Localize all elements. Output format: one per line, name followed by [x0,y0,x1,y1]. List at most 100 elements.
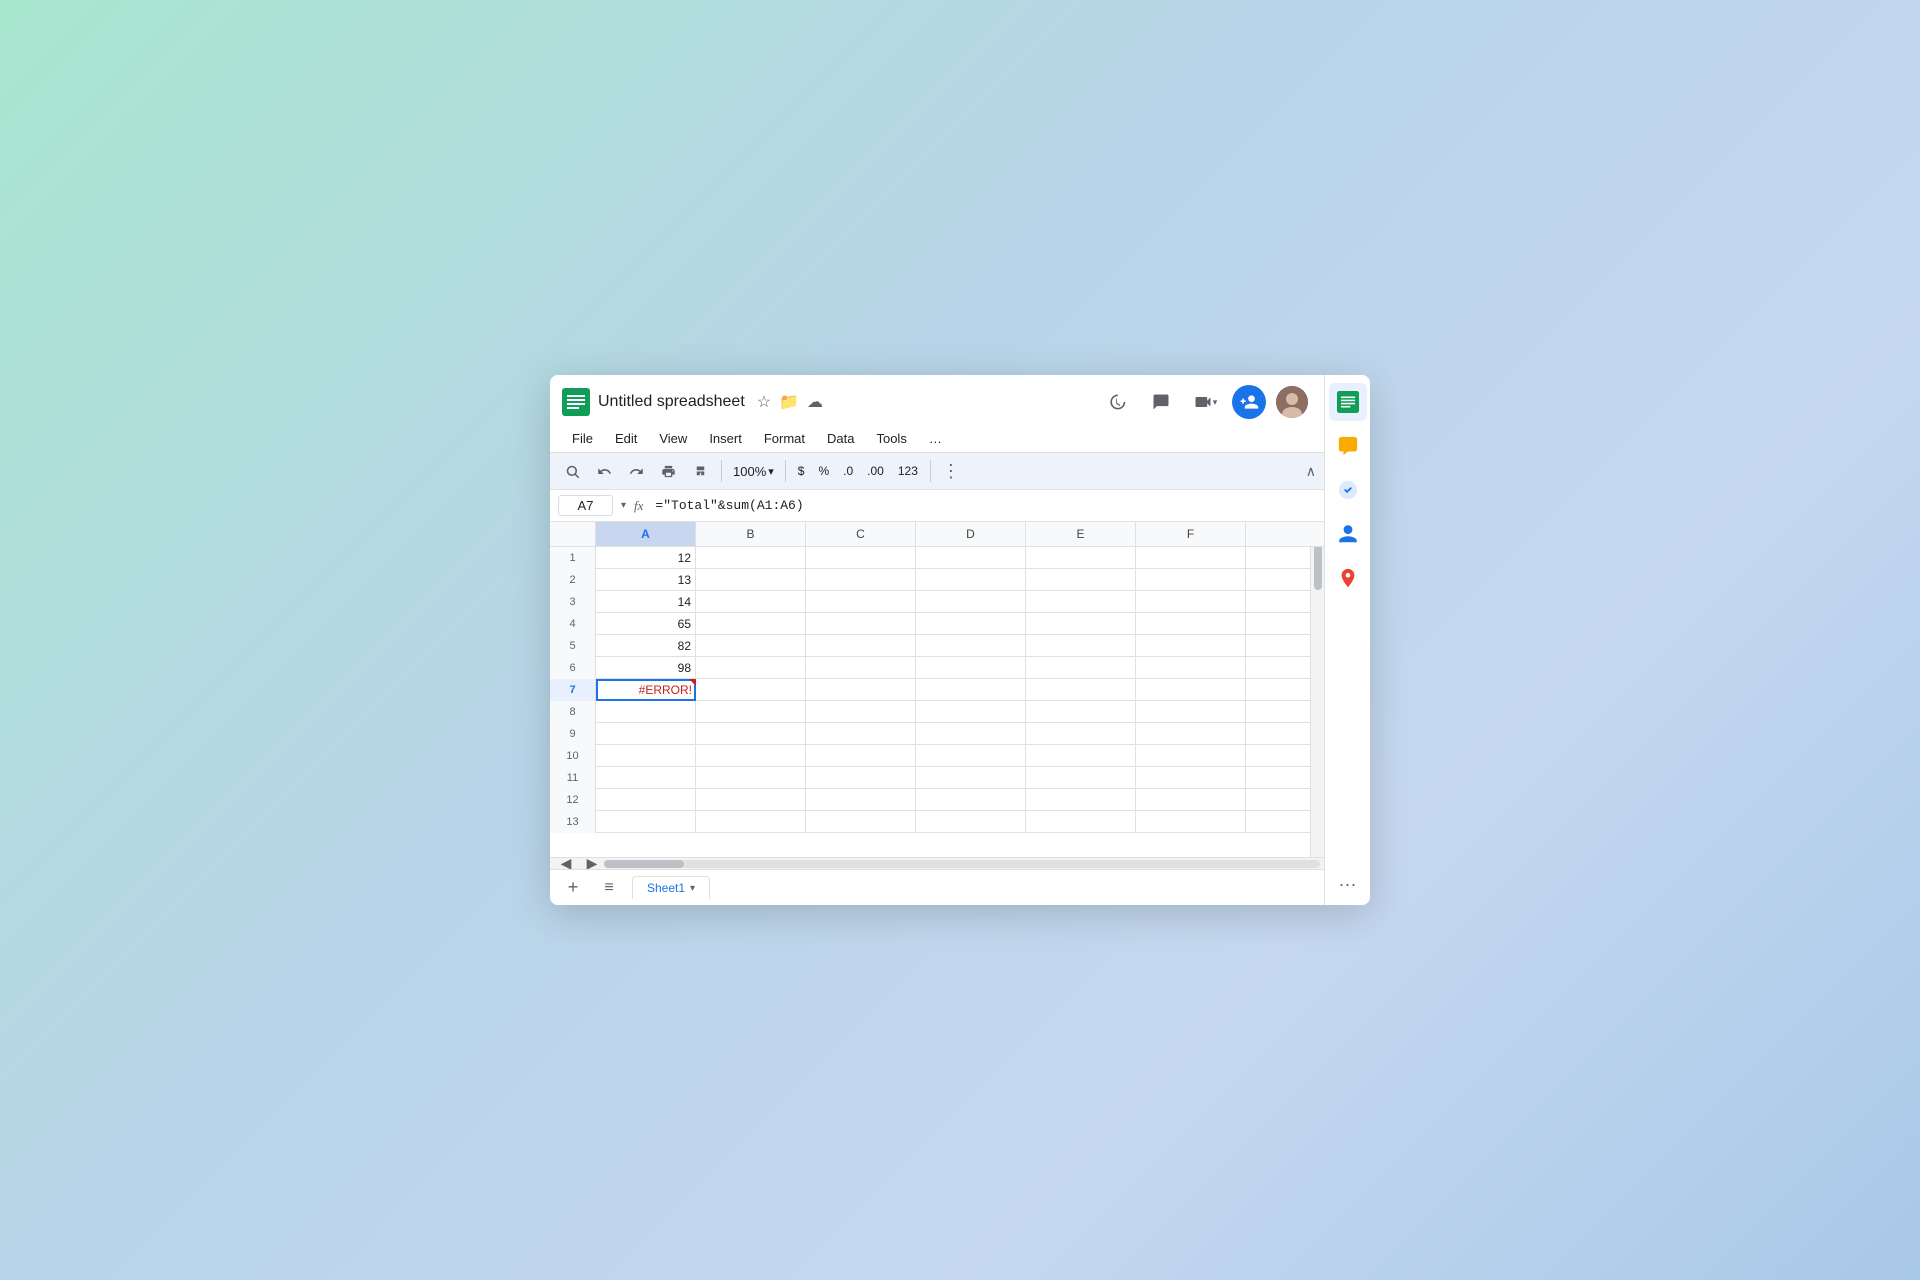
cell-reference[interactable]: A7 [558,495,613,516]
cell-b1[interactable] [696,547,806,569]
hscroll-thumb[interactable] [604,860,684,868]
cell-b8[interactable] [696,701,806,723]
cell-c7[interactable] [806,679,916,701]
cell-e10[interactable] [1026,745,1136,767]
cell-d13[interactable] [916,811,1026,833]
cell-f7[interactable] [1136,679,1246,701]
cell-ref-dropdown-icon[interactable]: ▾ [621,500,626,511]
cell-a11[interactable] [596,767,696,789]
cell-f5[interactable] [1136,635,1246,657]
cell-d2[interactable] [916,569,1026,591]
decimal-increase-button[interactable]: .00 [862,462,889,480]
cell-c1[interactable] [806,547,916,569]
cell-b2[interactable] [696,569,806,591]
menu-view[interactable]: View [649,427,697,450]
decimal-decrease-button[interactable]: .0 [838,462,858,480]
cell-a8[interactable] [596,701,696,723]
cell-d11[interactable] [916,767,1026,789]
sidebar-more-icon[interactable]: ··· [1339,874,1357,895]
folder-icon[interactable]: 📁 [779,392,799,412]
cell-b9[interactable] [696,723,806,745]
star-icon[interactable]: ☆ [757,392,771,412]
add-sheet-button[interactable]: + [560,875,586,901]
cell-d12[interactable] [916,789,1026,811]
zoom-selector[interactable]: 100% ▾ [729,462,778,481]
cell-c13[interactable] [806,811,916,833]
cell-a2[interactable]: 13 [596,569,696,591]
formula-input[interactable] [651,496,1316,515]
print-button[interactable] [654,457,682,485]
column-header-f[interactable]: F [1136,522,1246,546]
cell-d1[interactable] [916,547,1026,569]
paint-format-button[interactable] [686,457,714,485]
column-header-a[interactable]: A [596,522,696,546]
cell-f10[interactable] [1136,745,1246,767]
cell-f11[interactable] [1136,767,1246,789]
cell-e4[interactable] [1026,613,1136,635]
sidebar-chat-icon[interactable] [1329,427,1367,465]
cell-b5[interactable] [696,635,806,657]
cell-c12[interactable] [806,789,916,811]
cell-d10[interactable] [916,745,1026,767]
column-header-d[interactable]: D [916,522,1026,546]
cell-d6[interactable] [916,657,1026,679]
cell-b6[interactable] [696,657,806,679]
search-button[interactable] [558,457,586,485]
menu-file[interactable]: File [562,427,603,450]
meet-icon[interactable]: ▾ [1188,385,1222,419]
cell-a12[interactable] [596,789,696,811]
cell-a7[interactable]: #ERROR! [596,679,696,701]
cell-d8[interactable] [916,701,1026,723]
cell-d7[interactable] [916,679,1026,701]
cell-f1[interactable] [1136,547,1246,569]
redo-button[interactable] [622,457,650,485]
add-people-button[interactable] [1232,385,1266,419]
cell-d9[interactable] [916,723,1026,745]
cell-c3[interactable] [806,591,916,613]
cell-f8[interactable] [1136,701,1246,723]
more-options-button[interactable]: ⋮ [938,461,964,482]
cell-e12[interactable] [1026,789,1136,811]
cell-b11[interactable] [696,767,806,789]
cell-d5[interactable] [916,635,1026,657]
cell-e9[interactable] [1026,723,1136,745]
cell-f9[interactable] [1136,723,1246,745]
cell-b4[interactable] [696,613,806,635]
cell-b7[interactable] [696,679,806,701]
percent-format-button[interactable]: % [813,462,834,480]
cell-a1[interactable]: 12 [596,547,696,569]
cell-a6[interactable]: 98 [596,657,696,679]
history-icon[interactable] [1100,385,1134,419]
column-header-b[interactable]: B [696,522,806,546]
cell-e6[interactable] [1026,657,1136,679]
user-avatar[interactable] [1276,386,1308,418]
cell-b3[interactable] [696,591,806,613]
cell-f12[interactable] [1136,789,1246,811]
column-header-e[interactable]: E [1026,522,1136,546]
cell-f4[interactable] [1136,613,1246,635]
cell-d4[interactable] [916,613,1026,635]
menu-insert[interactable]: Insert [699,427,752,450]
cell-f2[interactable] [1136,569,1246,591]
cell-a13[interactable] [596,811,696,833]
cell-c4[interactable] [806,613,916,635]
menu-format[interactable]: Format [754,427,815,450]
cell-a10[interactable] [596,745,696,767]
horizontal-scrollbar[interactable]: ◀ ▶ [550,857,1324,869]
cell-f13[interactable] [1136,811,1246,833]
cell-c11[interactable] [806,767,916,789]
cell-b13[interactable] [696,811,806,833]
cell-c9[interactable] [806,723,916,745]
cell-e3[interactable] [1026,591,1136,613]
cell-f6[interactable] [1136,657,1246,679]
menu-edit[interactable]: Edit [605,427,647,450]
column-header-c[interactable]: C [806,522,916,546]
cell-d3[interactable] [916,591,1026,613]
cell-e1[interactable] [1026,547,1136,569]
sidebar-people-icon[interactable] [1329,515,1367,553]
cell-e13[interactable] [1026,811,1136,833]
cell-c2[interactable] [806,569,916,591]
cell-a9[interactable] [596,723,696,745]
cell-f3[interactable] [1136,591,1246,613]
sidebar-sheets-icon[interactable] [1329,383,1367,421]
